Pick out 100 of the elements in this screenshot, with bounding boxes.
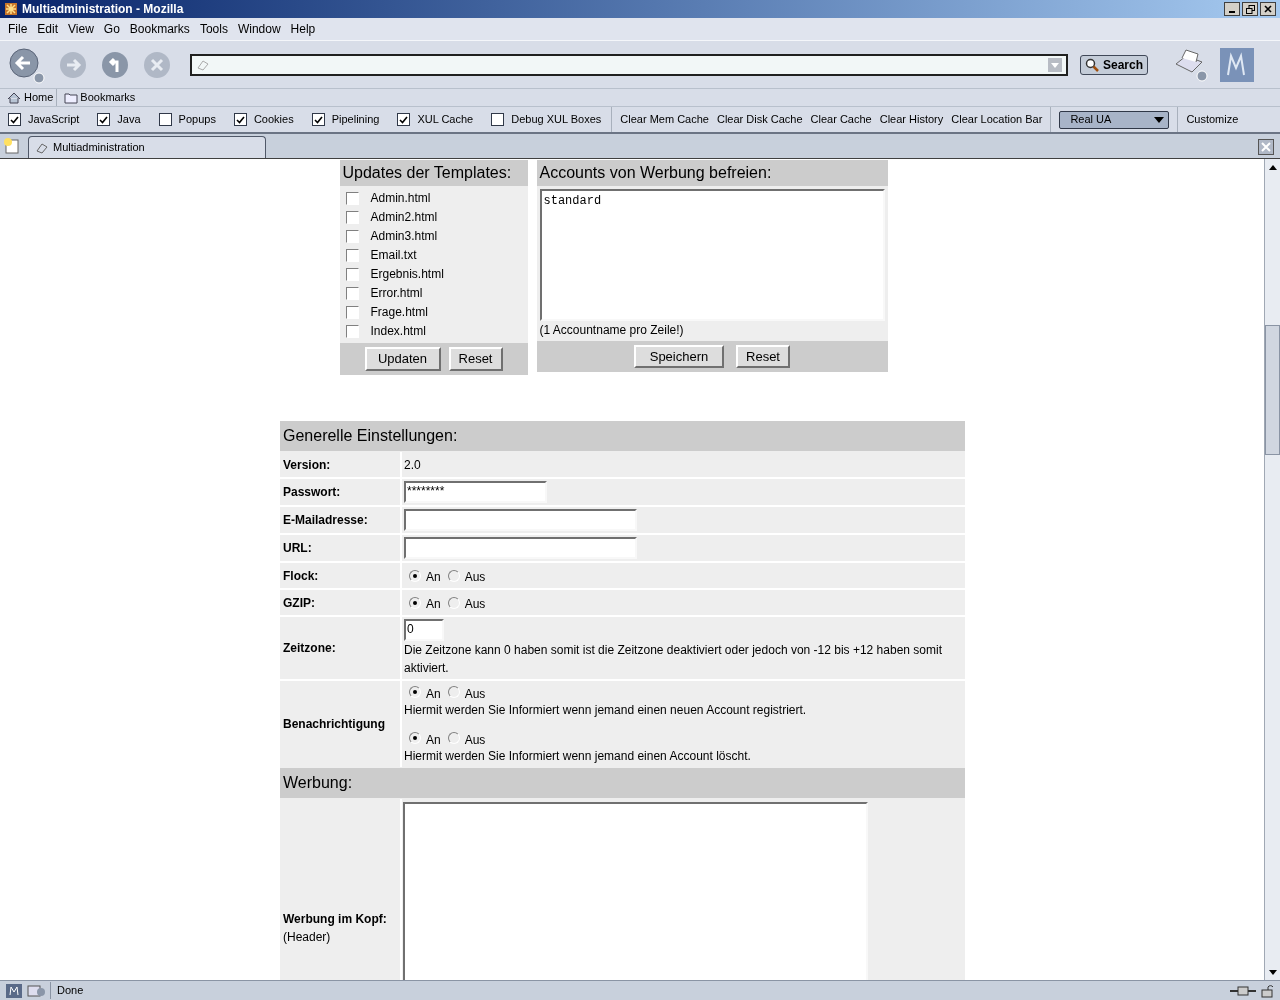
radio-button[interactable] [447, 732, 460, 744]
checkbox[interactable] [97, 113, 111, 126]
radio-button[interactable] [409, 569, 421, 582]
form-button[interactable]: Speichern [634, 345, 724, 368]
mozilla-logo [6, 983, 22, 998]
status-text: Done [50, 982, 84, 999]
browser-tab[interactable]: Multiadministration [28, 136, 266, 158]
file-label: Error.html [370, 285, 423, 302]
menu-item[interactable]: File [4, 20, 32, 38]
checkbox[interactable] [345, 229, 359, 243]
menu-item[interactable]: Edit [33, 20, 63, 38]
window-title: Multiadministration - Mozilla [22, 1, 184, 18]
minimize-icon [1229, 11, 1235, 13]
close-icon [1264, 5, 1272, 13]
checkbox-label: Java [117, 112, 141, 128]
folder-icon [64, 91, 79, 104]
checkbox[interactable] [233, 113, 247, 126]
checkbox[interactable] [345, 248, 359, 262]
close-button[interactable] [1260, 2, 1276, 16]
radio-label: Aus [464, 685, 486, 703]
input-field[interactable] [404, 509, 637, 531]
close-tab-icon[interactable] [1258, 139, 1274, 155]
radio-button[interactable] [447, 596, 460, 609]
toolbar-button[interactable]: Clear Mem Cache [620, 111, 709, 128]
restore-button[interactable] [1242, 2, 1258, 16]
radio-button[interactable] [409, 596, 421, 609]
row-label: Zeitzone: [283, 640, 336, 657]
checkbox[interactable] [345, 324, 359, 338]
accounts-textarea[interactable]: standard [539, 189, 885, 321]
radio-label: Aus [464, 596, 486, 613]
dropdown-icon [1154, 115, 1165, 124]
menu-item[interactable]: View [64, 20, 98, 38]
file-label: Index.html [370, 323, 426, 340]
checkbox[interactable] [158, 113, 172, 126]
user-agent-select[interactable]: Real UA [1059, 110, 1170, 129]
form-button[interactable]: Reset [448, 347, 503, 371]
checkbox-label: Popups [178, 112, 216, 128]
radio-button[interactable] [409, 732, 421, 744]
radio-button[interactable] [447, 569, 460, 582]
scrollbar-thumb[interactable] [1265, 325, 1280, 455]
mozilla-logo [1220, 47, 1255, 82]
form-button[interactable]: Updaten [364, 347, 441, 371]
checkbox[interactable] [345, 286, 359, 300]
connection-icon [1230, 984, 1256, 997]
form-button[interactable]: Reset [736, 345, 790, 368]
menu-item[interactable]: Window [233, 20, 285, 38]
new-tab-icon[interactable] [2, 137, 22, 155]
file-label: Admin3.html [370, 228, 438, 245]
menu-item[interactable]: Tools [195, 20, 232, 38]
address-field[interactable] [190, 53, 1068, 76]
toolbar-button[interactable]: Clear Disk Cache [716, 111, 803, 128]
bookmarks-button[interactable]: Bookmarks [61, 89, 139, 106]
row-value: 2.0 [404, 456, 422, 474]
hint-text: (1 Accountname pro Zeile!) [538, 322, 685, 339]
checkbox[interactable] [491, 113, 505, 126]
checkbox[interactable] [397, 113, 411, 126]
toolbar-button[interactable]: Clear Cache [810, 111, 872, 128]
customize-button[interactable]: Customize [1178, 111, 1247, 128]
row-label: URL: [283, 540, 312, 557]
radio-button[interactable] [409, 686, 421, 698]
menu-item[interactable]: Bookmarks [125, 20, 194, 38]
menu-item[interactable]: Help [286, 20, 320, 38]
checkbox[interactable] [8, 113, 21, 126]
file-label: Ergebnis.html [370, 266, 444, 283]
radio-button[interactable] [447, 686, 460, 698]
radio-label: Aus [464, 569, 486, 586]
row-label: E-Mailadresse: [283, 512, 368, 529]
radio-label: An [426, 731, 441, 749]
search-button[interactable]: Search [1080, 54, 1149, 75]
checkbox-label: Cookies [253, 112, 294, 128]
reload-icon[interactable] [100, 49, 130, 80]
checkbox-label: Debug XUL Boxes [511, 112, 602, 128]
radio-label: Aus [464, 731, 486, 749]
radio-label: An [426, 569, 441, 586]
vertical-scrollbar[interactable] [1264, 159, 1280, 980]
input-field[interactable]: ******** [404, 481, 547, 503]
checkbox-label: JavaScript [28, 112, 80, 128]
file-label: Email.txt [370, 247, 417, 264]
row-label: Version: [283, 456, 331, 474]
checkbox[interactable] [345, 267, 359, 281]
minimize-button[interactable] [1224, 2, 1240, 16]
checkbox[interactable] [345, 305, 359, 319]
input-field[interactable] [404, 537, 637, 559]
input-field[interactable]: 0 [404, 619, 444, 641]
bookmark-tag-icon [196, 58, 210, 71]
checkbox[interactable] [311, 113, 325, 126]
toolbar-button[interactable]: Clear History [879, 111, 944, 128]
row-label: Werbung im Kopf: [283, 911, 388, 928]
search-icon [1085, 57, 1099, 72]
toolbar-button[interactable]: Clear Location Bar [951, 111, 1043, 128]
checkbox[interactable] [345, 210, 359, 224]
bookmark-tag-icon [35, 141, 49, 154]
padlock-icon [1260, 983, 1274, 998]
help-text: Die Zeitzone kann 0 haben somit ist die Zeitzone deaktiviert oder jedoch von -12 bis +12 haben somit aktiviert. [404, 642, 943, 677]
checkbox[interactable] [345, 191, 359, 205]
section-heading: Werbung: [280, 768, 965, 798]
panel-heading: Accounts von Werbung befreien: [536, 160, 888, 186]
menu-item[interactable]: Go [99, 20, 124, 38]
home-button[interactable]: Home [4, 89, 58, 106]
help-text: Hiermit werden Sie Informiert wenn jemand einen Account löscht. [404, 748, 752, 765]
